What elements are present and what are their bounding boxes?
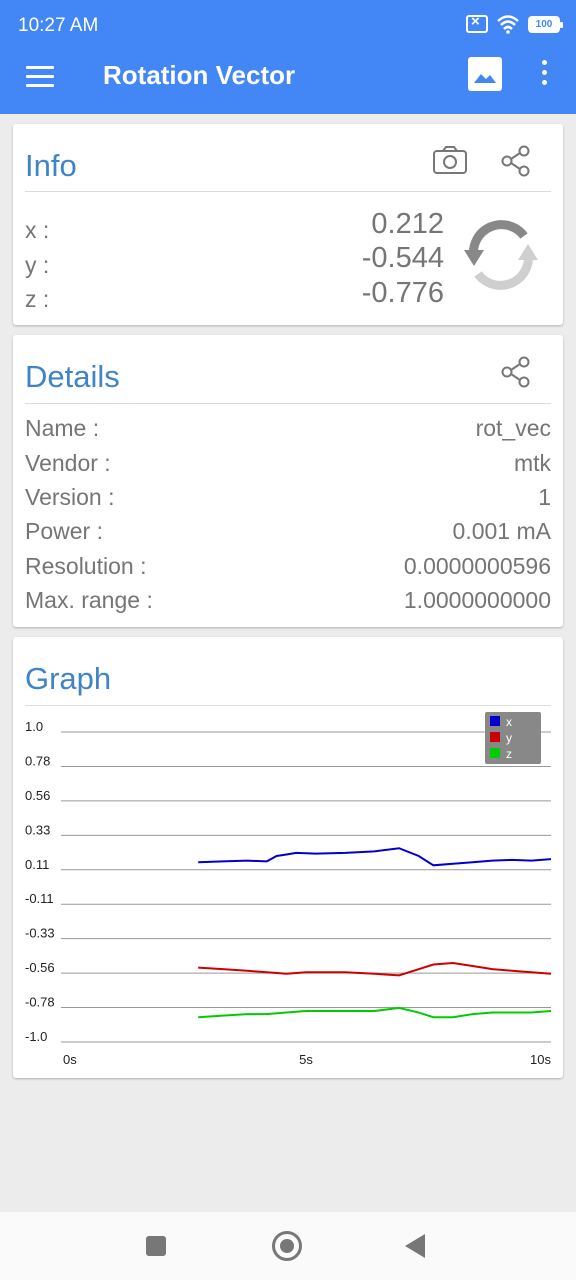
refresh-icon[interactable] [460,218,542,292]
status-time: 10:27 AM [18,15,99,36]
navigation-bar [0,1212,576,1280]
y-tick-label: 0.11 [25,857,49,872]
legend-label-x: x [506,715,512,729]
recents-button[interactable] [146,1236,166,1256]
y-tick-label: -0.78 [25,995,55,1010]
y-tick-label: 1.0 [25,719,43,734]
y-tick-label: 0.78 [25,753,50,768]
legend-label-z: z [506,747,512,761]
series-line-x [198,847,552,867]
version-label: Version : [25,484,115,510]
version-value: 1 [538,484,551,510]
name-value: rot_vec [475,415,551,441]
home-button[interactable] [272,1231,302,1261]
more-options-icon[interactable] [537,60,551,90]
info-title: Info [25,148,77,183]
share-icon[interactable] [499,144,533,178]
back-button[interactable] [405,1234,425,1258]
y-tick-label: 0.56 [25,788,50,803]
resolution-label: Resolution : [25,553,147,579]
app-title: Rotation Vector [103,60,296,90]
legend-swatch-y [490,732,500,742]
legend-label-y: y [506,731,512,745]
camera-icon[interactable] [431,144,469,176]
power-label: Power : [25,518,103,544]
battery-icon: 100 [528,15,563,33]
sensor-graph: 1.0 0.78 0.56 0.33 0.11 -0.11 -0.33 -0.56 -0.78 -… [25,712,552,1067]
resolution-value: 0.0000000596 [403,553,551,579]
y-tick-label: -0.33 [25,926,55,941]
app-bar: Rotation Vector [0,50,576,114]
graph-title: Graph [25,661,112,696]
no-sim-icon [466,13,488,33]
max-range-label: Max. range : [25,587,153,613]
y-label: y : [25,252,50,278]
details-title: Details [25,359,120,394]
graph-card: Graph 1.0 0.78 0.56 0.33 0.11 -0.11 -0.33 -0.56… [13,637,563,1078]
z-label: z : [25,286,50,312]
y-tick-label: -0.11 [25,891,54,906]
vendor-label: Vendor : [25,450,111,476]
legend-swatch-x [490,716,500,726]
details-share-icon[interactable] [499,355,533,389]
x-tick-label: 5s [299,1052,313,1067]
status-bar: 10:27 AM 100 [0,0,576,50]
x-tick-label: 0s [63,1052,77,1067]
y-tick-label: -0.56 [25,960,55,975]
legend-swatch-z [490,748,500,758]
y-value: -0.544 [361,242,444,274]
vendor-value: mtk [513,450,551,476]
info-card: Info x : y : z : 0.212 -0.544 -0.776 [13,124,563,325]
z-value: -0.776 [361,277,444,309]
x-value: 0.212 [371,208,444,240]
status-icons: 100 [466,13,563,34]
series-line-z [198,1006,552,1019]
name-label: Name : [25,415,100,441]
x-label: x : [25,217,50,243]
y-tick-label: 0.33 [25,822,50,837]
details-card: Details Name : rot_vec Vendor : mtk Vers… [13,335,563,627]
x-tick-label: 10s [530,1052,551,1067]
wifi-icon [497,15,519,34]
max-range-value: 1.0000000000 [403,587,551,613]
power-value: 0.001 mA [452,518,551,544]
y-tick-label: -1.0 [25,1029,47,1044]
image-icon[interactable] [468,57,502,91]
menu-icon[interactable] [26,66,54,88]
